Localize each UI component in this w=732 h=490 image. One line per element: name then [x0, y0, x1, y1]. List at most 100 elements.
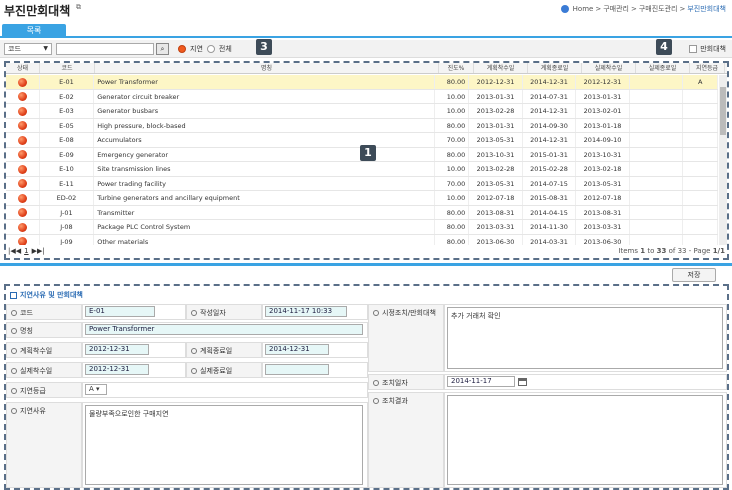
- action-result-label: 조치결과: [368, 392, 444, 488]
- radio-all[interactable]: [206, 45, 215, 53]
- measure-checkbox-label: 만회대책: [700, 45, 726, 53]
- action-date-label: 조치일자: [368, 374, 444, 390]
- status-dot-icon: [17, 77, 27, 87]
- plan-start-cell: 2013-01-31: [469, 89, 523, 103]
- actual-start-cell: 2013-01-31: [576, 89, 630, 103]
- name-cell: Other materials: [94, 234, 435, 245]
- calendar-icon[interactable]: [518, 378, 527, 386]
- actual-end-cell: [630, 234, 684, 245]
- table-row[interactable]: E-02 Generator circuit breaker 10.00 201…: [6, 89, 718, 104]
- action-date-field[interactable]: 2014-11-17: [447, 376, 515, 387]
- search-input[interactable]: [56, 43, 154, 55]
- col-header-code[interactable]: 코드: [40, 63, 95, 73]
- name-field[interactable]: Power Transformer: [85, 324, 363, 335]
- pager: |◀◀ 1 ▶▶| Items 1 to 33 of 33 - Page 1/1: [6, 246, 727, 258]
- plan-end-field[interactable]: 2014-12-31: [265, 344, 329, 355]
- search-button[interactable]: ⌕: [156, 43, 169, 55]
- name-cell: Accumulators: [94, 133, 435, 147]
- status-cell: [6, 162, 40, 176]
- plan-start-cell: 2013-06-30: [469, 234, 523, 245]
- data-grid: 상태 코드 명칭 진도% 계획착수일 계획종료일 실제착수일 실제종료일 지연등…: [4, 61, 729, 260]
- pct-cell: 80.00: [435, 75, 470, 89]
- grade-cell: [683, 147, 718, 161]
- actual-start-field[interactable]: 2012-12-31: [85, 364, 149, 375]
- actual-start-cell: 2013-01-18: [576, 118, 630, 132]
- col-header-actual-start[interactable]: 실제착수일: [582, 63, 636, 73]
- table-row[interactable]: E-01 Power Transformer 80.00 2012-12-31 …: [6, 75, 718, 90]
- col-header-status[interactable]: 상태: [6, 63, 40, 73]
- grade-select[interactable]: A ▾: [85, 384, 107, 395]
- new-window-icon[interactable]: ⧉: [76, 3, 81, 12]
- plan-end-label-text: 계획종료일: [200, 347, 233, 355]
- table-row[interactable]: E-11 Power trading facility 70.00 2013-0…: [6, 176, 718, 191]
- actual-end-cell: [630, 75, 684, 89]
- measure-textarea[interactable]: 추가 거래처 확인: [447, 307, 723, 369]
- table-row[interactable]: E-05 High pressure, block-based 80.00 20…: [6, 118, 718, 133]
- name-cell: Site transmission lines: [94, 162, 435, 176]
- status-dot-icon: [17, 164, 27, 174]
- plan-end-cell: 2014-12-31: [523, 75, 577, 89]
- reason-textarea[interactable]: 물량부족으로인한 구매지연: [85, 405, 363, 485]
- col-header-grade[interactable]: 지연등급: [690, 63, 725, 73]
- plan-start-field[interactable]: 2012-12-31: [85, 344, 149, 355]
- plan-end-cell: 2014-04-15: [523, 205, 577, 219]
- col-header-pct[interactable]: 진도%: [439, 63, 474, 73]
- save-button[interactable]: 저장: [672, 268, 716, 282]
- code-field[interactable]: E-01: [85, 306, 155, 317]
- pct-cell: 70.00: [435, 176, 470, 190]
- search-field-select[interactable]: 코드 ▼: [4, 43, 52, 55]
- table-row[interactable]: J-01 Transmitter 80.00 2013-08-31 2014-0…: [6, 205, 718, 220]
- actual-end-cell: [630, 162, 684, 176]
- measure-checkbox[interactable]: [689, 45, 698, 53]
- name-cell: Generator circuit breaker: [94, 89, 435, 103]
- action-result-label-text: 조치결과: [382, 397, 408, 405]
- first-page-button[interactable]: |◀◀: [8, 247, 21, 255]
- grid-scrollbar[interactable]: [719, 75, 727, 245]
- breadcrumb-progress[interactable]: 구매진도관리: [639, 4, 678, 14]
- actual-start-cell: 2014-09-10: [576, 133, 630, 147]
- table-row[interactable]: E-03 Generator busbars 10.00 2013-02-28 …: [6, 104, 718, 119]
- radio-delay[interactable]: [178, 45, 186, 53]
- page-number[interactable]: 1: [24, 247, 28, 255]
- plan-end-cell: 2014-12-31: [523, 133, 577, 147]
- tab-list[interactable]: 목록: [2, 24, 66, 38]
- pager-from: 1: [640, 247, 646, 255]
- plan-end-cell: 2014-03-31: [523, 234, 577, 245]
- col-header-name[interactable]: 명칭: [95, 63, 439, 73]
- bullet-icon: [11, 328, 17, 334]
- action-result-textarea[interactable]: [447, 395, 723, 485]
- status-cell: [6, 176, 40, 190]
- status-cell: [6, 104, 40, 118]
- code-cell: E-05: [40, 118, 95, 132]
- grade-cell: [683, 176, 718, 190]
- status-dot-icon: [17, 193, 27, 203]
- filter-radio-group: 지연 전체: [178, 44, 232, 54]
- plan-start-label: 계획착수일: [6, 342, 82, 358]
- bullet-icon: [11, 368, 17, 374]
- table-row[interactable]: ED-02 Turbine generators and ancillary e…: [6, 191, 718, 206]
- actual-start-cell: 2013-08-31: [576, 205, 630, 219]
- actual-start-cell: 2013-10-31: [576, 147, 630, 161]
- actual-end-cell: [630, 191, 684, 205]
- table-row[interactable]: J-09 Other materials 80.00 2013-06-30 20…: [6, 234, 718, 245]
- home-icon[interactable]: [560, 5, 569, 13]
- actual-end-cell: [630, 176, 684, 190]
- created-label: 작성일자: [186, 304, 262, 320]
- table-row[interactable]: E-10 Site transmission lines 10.00 2013-…: [6, 162, 718, 177]
- code-cell: E-01: [40, 75, 95, 89]
- grade-cell: [683, 162, 718, 176]
- actual-end-field[interactable]: [265, 364, 329, 375]
- grade-cell: [683, 220, 718, 234]
- search-icon: ⌕: [160, 45, 165, 53]
- col-header-actual-end[interactable]: 실제종료일: [636, 63, 690, 73]
- col-header-plan-end[interactable]: 계획종료일: [528, 63, 582, 73]
- scroll-thumb[interactable]: [720, 87, 726, 135]
- created-field[interactable]: 2014-11-17 10:33: [265, 306, 347, 317]
- breadcrumb-home[interactable]: Home: [573, 5, 594, 13]
- last-page-button[interactable]: ▶▶|: [32, 247, 45, 255]
- col-header-plan-start[interactable]: 계획착수일: [474, 63, 528, 73]
- table-row[interactable]: J-08 Package PLC Control System 80.00 20…: [6, 220, 718, 235]
- search-toolbar: 코드 ▼ ⌕ 지연 전체 만회대책: [0, 40, 732, 58]
- plan-end-cell: 2014-07-31: [523, 89, 577, 103]
- breadcrumb-purchase[interactable]: 구매관리: [603, 4, 629, 14]
